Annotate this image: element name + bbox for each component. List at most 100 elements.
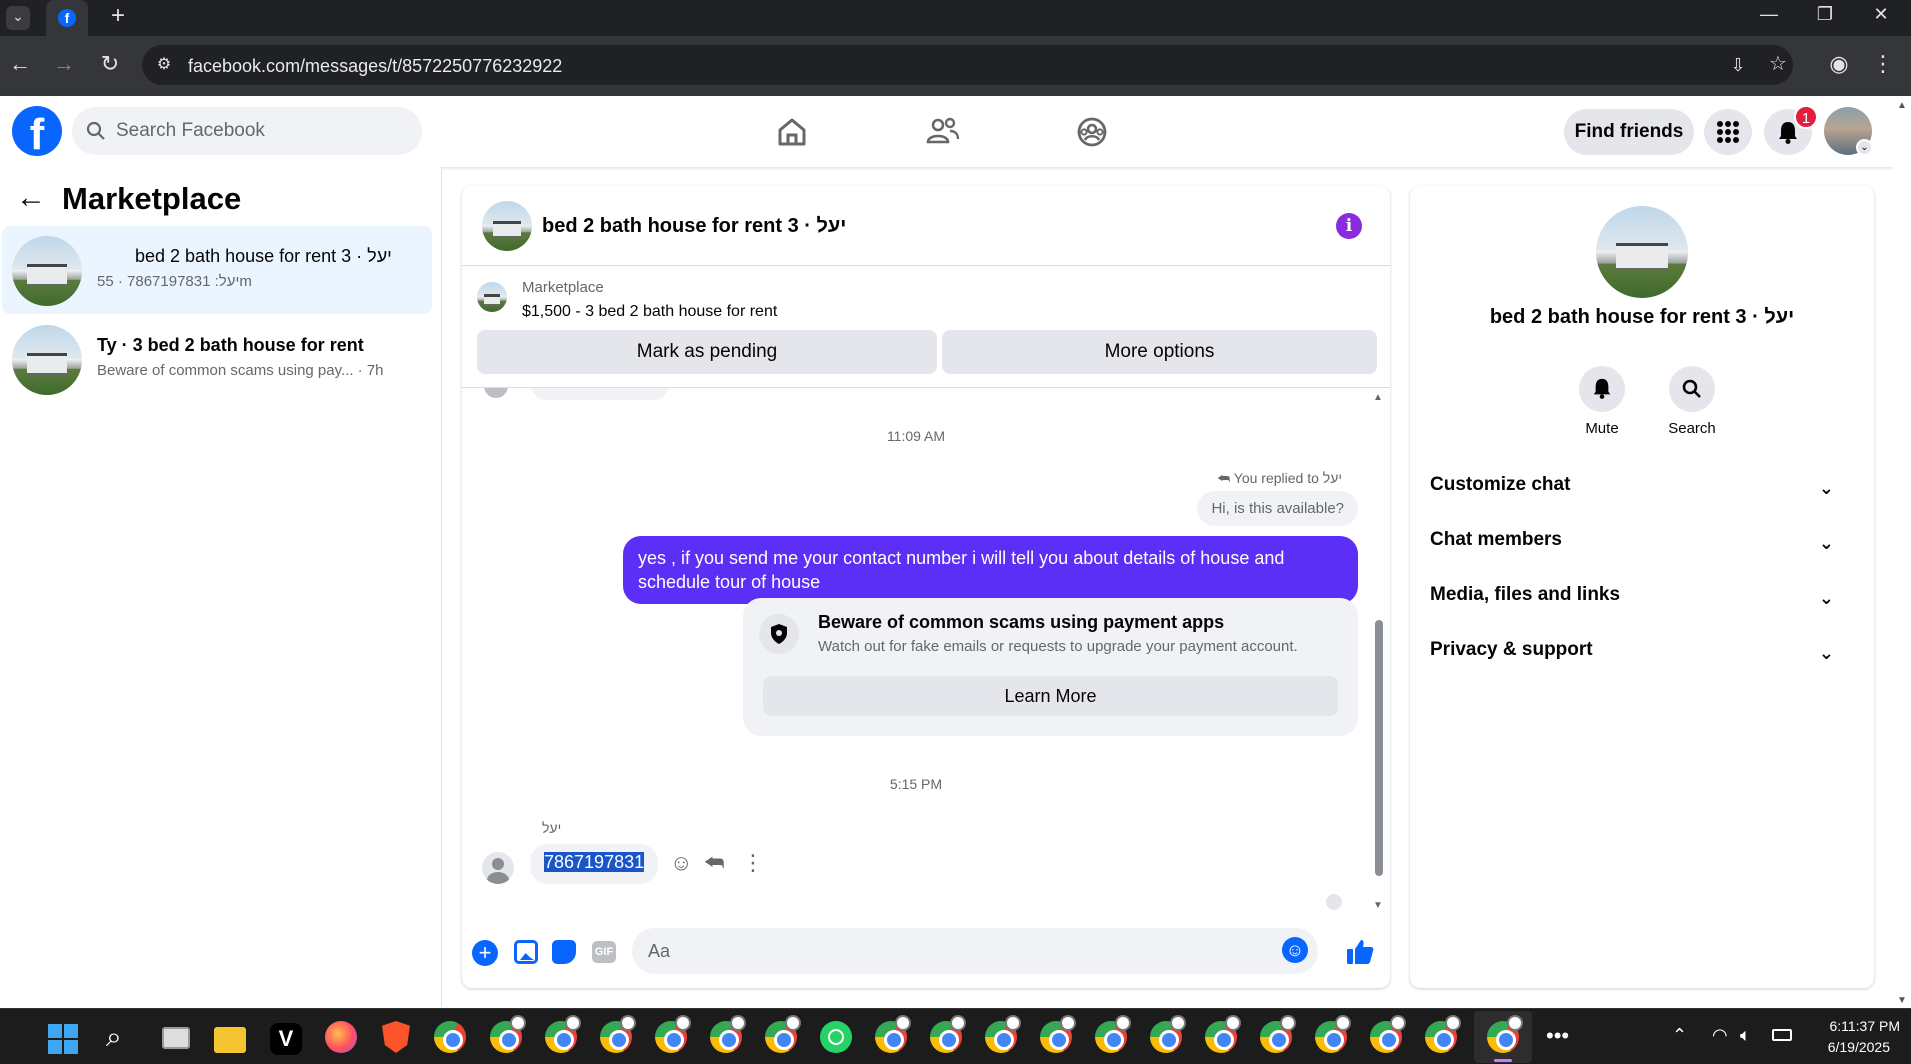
brave-icon[interactable] xyxy=(382,1021,410,1053)
chrome-profile-icon[interactable] xyxy=(490,1015,526,1053)
friends-icon[interactable] xyxy=(920,110,964,154)
section-chat-members[interactable]: Chat members ⌄ xyxy=(1430,529,1854,573)
info-avatar[interactable] xyxy=(1596,206,1688,298)
close-window-button[interactable]: ✕ xyxy=(1866,4,1896,24)
message-scrollbar[interactable]: ▲ ▼ xyxy=(1370,388,1386,920)
chrome-profile-icon[interactable] xyxy=(875,1015,911,1053)
volume-icon[interactable]: 🔈︎ xyxy=(1740,1025,1751,1046)
profile-icon[interactable]: ◉ xyxy=(1827,53,1851,75)
section-privacy-support[interactable]: Privacy & support ⌄ xyxy=(1430,639,1854,683)
browser-menu-icon[interactable]: ⋮ xyxy=(1872,53,1894,75)
vivaldi-icon[interactable]: V xyxy=(270,1023,302,1055)
learn-more-button[interactable]: Learn More xyxy=(763,676,1338,716)
chrome-profile-icon[interactable] xyxy=(1315,1015,1351,1053)
new-tab-button[interactable]: + xyxy=(106,4,130,28)
clock-date[interactable]: 6/19/2025 xyxy=(1800,1039,1890,1055)
clock-time[interactable]: 6:11:37 PM xyxy=(1800,1018,1900,1034)
groups-icon[interactable] xyxy=(1070,110,1114,154)
find-friends-button[interactable]: Find friends xyxy=(1564,109,1694,155)
restore-button[interactable]: ❐ xyxy=(1810,4,1840,24)
more-actions-icon[interactable]: ⋮ xyxy=(742,850,764,876)
add-more-icon[interactable]: + xyxy=(472,940,498,966)
emoji-icon[interactable]: ☺ xyxy=(1282,937,1308,963)
file-explorer-icon[interactable] xyxy=(214,1027,246,1053)
sender-avatar[interactable] xyxy=(482,852,514,884)
section-customize-chat[interactable]: Customize chat ⌄ xyxy=(1430,474,1854,518)
chrome-profile-icon[interactable] xyxy=(985,1015,1021,1053)
account-avatar[interactable]: ⌄ xyxy=(1824,107,1873,156)
chrome-profile-icon[interactable] xyxy=(1150,1015,1186,1053)
active-app-highlight[interactable] xyxy=(1474,1011,1532,1063)
search-box[interactable]: Search Facebook xyxy=(72,107,422,155)
gif-icon[interactable]: GIF xyxy=(592,941,616,963)
chrome-profile-icon xyxy=(1487,1015,1523,1053)
back-icon[interactable]: ← xyxy=(8,53,32,75)
section-media-files[interactable]: Media, files and links ⌄ xyxy=(1430,584,1854,628)
mute-button[interactable]: Mute xyxy=(1572,366,1632,437)
menu-grid-button[interactable] xyxy=(1704,109,1752,155)
home-icon[interactable] xyxy=(770,110,814,154)
conversation-item[interactable]: Ty · 3 bed 2 bath house for rent Beware … xyxy=(2,315,432,403)
quoted-message[interactable]: Hi, is this available? xyxy=(1197,491,1358,526)
sticker-icon[interactable] xyxy=(552,940,576,964)
chrome-profile-icon[interactable] xyxy=(1370,1015,1406,1053)
task-view-icon[interactable] xyxy=(162,1027,190,1049)
page-scrollbar[interactable]: ▲ ▼ xyxy=(1893,96,1911,1008)
like-icon[interactable] xyxy=(1346,938,1374,966)
chat-avatar[interactable] xyxy=(482,201,532,251)
search-input[interactable]: Search Facebook xyxy=(116,120,265,142)
react-icon[interactable]: ☺ xyxy=(670,850,692,876)
browser-tab-facebook[interactable]: f xyxy=(46,0,88,36)
chrome-profile-icon[interactable] xyxy=(1260,1015,1296,1053)
chrome-icon[interactable] xyxy=(434,1021,466,1053)
bookmark-star-icon[interactable]: ☆ xyxy=(1767,54,1789,74)
search-icon xyxy=(86,121,105,140)
chrome-profile-icon[interactable] xyxy=(600,1015,636,1053)
section-label: Customize chat xyxy=(1430,474,1571,495)
conversation-item-active[interactable]: bed 2 bath house for rent 3 · יעל יעל: 7… xyxy=(2,226,432,314)
battery-icon[interactable] xyxy=(1772,1029,1792,1041)
more-options-button[interactable]: More options xyxy=(942,330,1377,374)
chrome-profile-icon[interactable] xyxy=(1040,1015,1076,1053)
more-apps-icon[interactable]: ••• xyxy=(1546,1023,1569,1049)
facebook-logo[interactable]: f xyxy=(12,106,62,156)
chrome-profile-icon[interactable] xyxy=(710,1015,746,1053)
forward-icon[interactable]: → xyxy=(52,53,76,75)
install-app-icon[interactable]: ⇩ xyxy=(1727,55,1749,75)
mark-pending-button[interactable]: Mark as pending xyxy=(477,330,937,374)
chrome-profile-icon[interactable] xyxy=(1425,1015,1461,1053)
message-input[interactable]: Aa ☺ xyxy=(632,928,1318,974)
panel-title: Marketplace xyxy=(62,181,242,216)
tab-list-icon[interactable]: ⌄ xyxy=(6,6,30,30)
browser-toolbar: ← → ↻ ⚙ facebook.com/messages/t/85722507… xyxy=(0,36,1911,96)
received-message-bubble[interactable]: 7867197831 xyxy=(530,844,659,884)
tray-chevron-icon[interactable]: ⌃ xyxy=(1672,1025,1687,1046)
chrome-profile-icon[interactable] xyxy=(1205,1015,1241,1053)
firefox-icon[interactable] xyxy=(325,1021,357,1053)
whatsapp-icon[interactable] xyxy=(820,1021,852,1053)
chrome-profile-icon[interactable] xyxy=(765,1015,801,1053)
photo-icon[interactable] xyxy=(514,940,538,964)
back-arrow-icon[interactable]: ← xyxy=(16,183,46,213)
chevron-down-icon: ⌄ xyxy=(1818,533,1834,553)
chat-title[interactable]: bed 2 bath house for rent 3 · יעל xyxy=(542,215,846,238)
listing-price[interactable]: $1,500 - 3 bed 2 bath house for rent xyxy=(522,303,777,321)
reply-icon[interactable]: ⮪ xyxy=(704,850,724,876)
reload-icon[interactable]: ↻ xyxy=(98,53,122,75)
chrome-profile-icon[interactable] xyxy=(930,1015,966,1053)
minimize-button[interactable]: — xyxy=(1754,4,1784,24)
reply-arrow-icon: ⮪ xyxy=(1217,470,1234,486)
sent-message-bubble[interactable]: yes , if you send me your contact number… xyxy=(623,536,1358,604)
chrome-profile-icon[interactable] xyxy=(655,1015,691,1053)
wifi-icon[interactable]: ◠ xyxy=(1712,1025,1728,1046)
info-icon[interactable]: i xyxy=(1336,213,1362,239)
chrome-profile-icon[interactable] xyxy=(1095,1015,1131,1053)
scam-warning-card: Beware of common scams using payment app… xyxy=(743,598,1358,736)
address-bar[interactable]: ⚙ facebook.com/messages/t/85722507762329… xyxy=(142,45,1793,85)
search-conversation-button[interactable]: Search xyxy=(1662,366,1722,437)
chrome-profile-icon[interactable] xyxy=(545,1015,581,1053)
site-info-icon[interactable]: ⚙ xyxy=(154,55,174,75)
taskbar-search-icon[interactable]: ⌕ xyxy=(106,1021,122,1054)
notifications-button[interactable]: 1 xyxy=(1764,105,1818,155)
start-icon[interactable] xyxy=(48,1024,78,1054)
